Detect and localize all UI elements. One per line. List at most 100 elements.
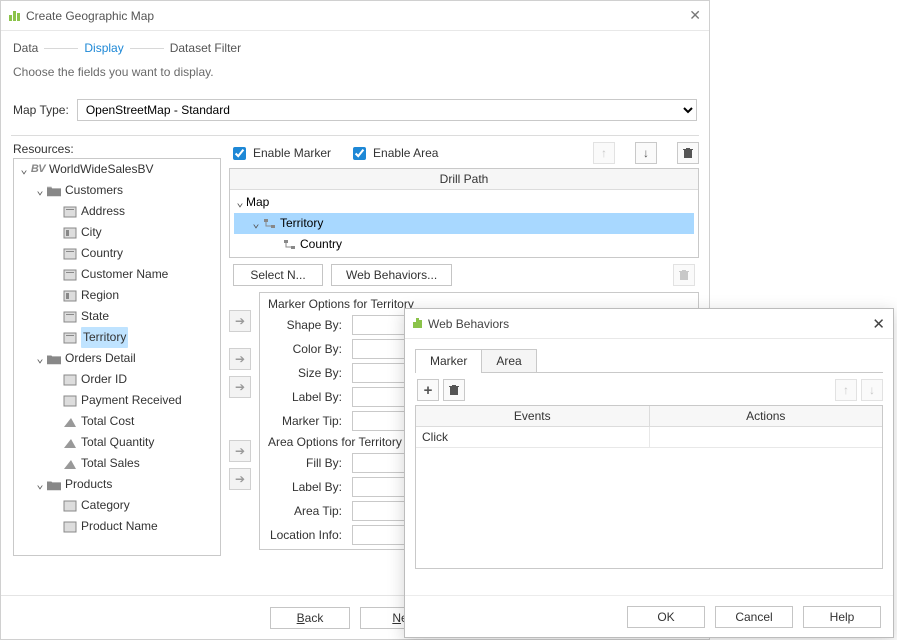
tree-label: Product Name [81, 516, 158, 537]
area-label-by-label: Label By: [268, 480, 348, 494]
ok-button[interactable]: OK [627, 606, 705, 628]
assign-label-icon[interactable]: ➔ [229, 376, 251, 398]
tree-root[interactable]: ⌄ BV WorldWideSalesBV [18, 159, 220, 180]
size-by-label: Size By: [268, 366, 348, 380]
enable-marker-checkbox[interactable]: Enable Marker [229, 144, 331, 163]
app-icon [413, 317, 422, 331]
tab-marker[interactable]: Marker [415, 349, 482, 372]
cancel-button[interactable]: Cancel [715, 606, 793, 628]
tree-label: Orders Detail [65, 348, 136, 369]
wizard-subtitle: Choose the fields you want to display. [1, 57, 709, 95]
back-button[interactable]: Back [270, 607, 350, 629]
field-icon [62, 373, 78, 387]
assign-fill-icon[interactable]: ➔ [229, 440, 251, 462]
app-icon [9, 11, 20, 21]
drill-path-tree[interactable]: ⌄Map ⌄Territory Country [230, 190, 698, 257]
tree-label: Products [65, 474, 112, 495]
tree-label: State [81, 306, 109, 327]
area-tip-label: Area Tip: [268, 504, 348, 518]
field-icon [62, 394, 78, 408]
move-up-icon: ↑ [593, 142, 615, 164]
tree-label: Total Quantity [81, 432, 154, 453]
bv-icon: BV [30, 163, 46, 177]
resources-tree[interactable]: ⌄ BV WorldWideSalesBV ⌄ Customers Addres… [13, 158, 221, 556]
tree-item-territory[interactable]: Territory [50, 327, 220, 348]
field-icon [62, 247, 78, 261]
tree-item-category[interactable]: Category [50, 495, 220, 516]
tree-item-order-id[interactable]: Order ID [50, 369, 220, 390]
folder-icon [46, 478, 62, 492]
tab-area[interactable]: Area [481, 349, 536, 372]
tree-item-total-quantity[interactable]: Total Quantity [50, 432, 220, 453]
delete-icon[interactable] [443, 379, 465, 401]
tree-folder-customers[interactable]: ⌄ Customers [34, 180, 220, 201]
tree-toggle-icon[interactable]: ⌄ [34, 180, 46, 201]
tree-label: City [81, 222, 102, 243]
measure-icon [62, 415, 78, 429]
step-dataset-filter[interactable]: Dataset Filter [170, 41, 241, 55]
tree-label: Total Sales [81, 453, 140, 474]
tree-item-region[interactable]: Region [50, 285, 220, 306]
delete-icon[interactable] [677, 142, 699, 164]
add-icon[interactable]: + [417, 379, 439, 401]
col-actions[interactable]: Actions [650, 406, 883, 426]
tree-item-country[interactable]: Country [50, 243, 220, 264]
titlebar: Create Geographic Map ✕ [1, 1, 709, 31]
drill-path-map[interactable]: ⌄Map [234, 192, 694, 213]
assign-shape-icon[interactable]: ➔ [229, 310, 251, 332]
tree-folder-orders-detail[interactable]: ⌄ Orders Detail [34, 348, 220, 369]
move-down-icon[interactable]: ↓ [635, 142, 657, 164]
wizard-steps: Data Display Dataset Filter [1, 31, 709, 57]
enable-area-checkbox[interactable]: Enable Area [349, 144, 438, 163]
tree-item-state[interactable]: State [50, 306, 220, 327]
field-icon [62, 289, 78, 303]
cell-action[interactable] [650, 427, 883, 447]
tree-label: Region [81, 285, 119, 306]
web-behaviors-table[interactable]: Events Actions Click [415, 405, 883, 569]
tree-label: Order ID [81, 369, 127, 390]
close-icon[interactable]: ✕ [872, 315, 885, 333]
tree-item-city[interactable]: City [50, 222, 220, 243]
select-n-button[interactable]: Select N... [233, 264, 323, 286]
tree-item-product-name[interactable]: Product Name [50, 516, 220, 537]
wb-titlebar: Web Behaviors ✕ [405, 309, 893, 339]
tree-item-customer-name[interactable]: Customer Name [50, 264, 220, 285]
help-button[interactable]: Help [803, 606, 881, 628]
tree-label: Total Cost [81, 411, 134, 432]
tree-toggle-icon[interactable]: ⌄ [18, 159, 30, 180]
table-row[interactable]: Click [416, 427, 882, 448]
tree-toggle-icon[interactable]: ⌄ [34, 474, 46, 495]
assign-area-label-icon[interactable]: ➔ [229, 468, 251, 490]
tree-folder-products[interactable]: ⌄ Products [34, 474, 220, 495]
close-icon[interactable]: ✕ [689, 7, 701, 24]
tree-item-payment-received[interactable]: Payment Received [50, 390, 220, 411]
location-info-label: Location Info: [268, 528, 348, 542]
field-icon [62, 499, 78, 513]
col-events[interactable]: Events [416, 406, 650, 426]
tree-label: Category [81, 495, 130, 516]
tree-toggle-icon[interactable]: ⌄ [34, 348, 46, 369]
marker-tip-label: Marker Tip: [268, 414, 348, 428]
field-icon [62, 268, 78, 282]
hierarchy-icon [282, 238, 298, 252]
tree-label: WorldWideSalesBV [49, 159, 153, 180]
step-data[interactable]: Data [13, 41, 38, 55]
drill-path-territory[interactable]: ⌄Territory [234, 213, 694, 234]
tree-item-address[interactable]: Address [50, 201, 220, 222]
drill-path-header: Drill Path [230, 169, 698, 190]
tree-label: Territory [81, 327, 128, 348]
tree-label: Map [246, 192, 269, 213]
cell-event[interactable]: Click [416, 427, 650, 447]
tree-item-total-sales[interactable]: Total Sales [50, 453, 220, 474]
folder-icon [46, 352, 62, 366]
tree-label: Country [81, 243, 123, 264]
step-divider [44, 48, 78, 49]
web-behaviors-button[interactable]: Web Behaviors... [331, 264, 452, 286]
drill-path-country[interactable]: Country [234, 234, 694, 255]
field-icon [62, 520, 78, 534]
tree-item-total-cost[interactable]: Total Cost [50, 411, 220, 432]
folder-icon [46, 184, 62, 198]
step-display[interactable]: Display [84, 41, 123, 55]
assign-size-icon[interactable]: ➔ [229, 348, 251, 370]
map-type-select[interactable]: OpenStreetMap - Standard [77, 99, 697, 121]
